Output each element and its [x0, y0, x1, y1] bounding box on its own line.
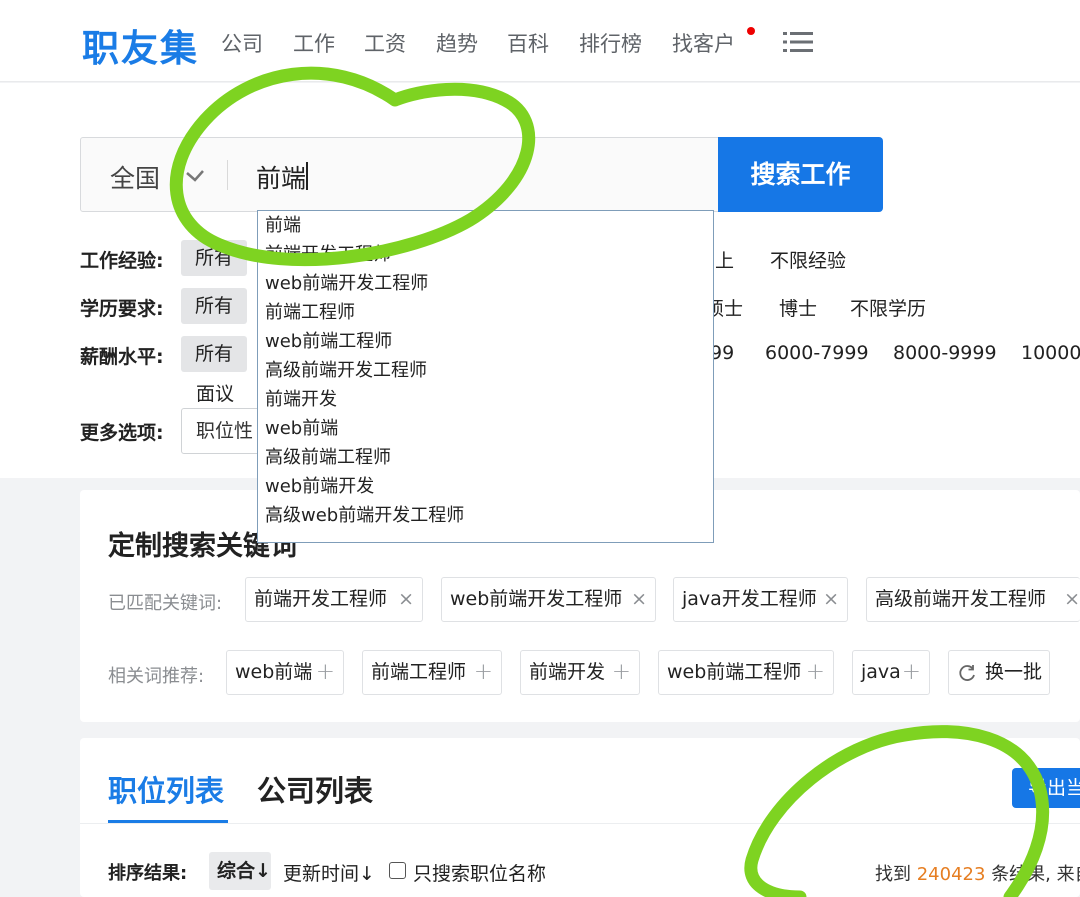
nav-find-customers[interactable]: 找客户 [672, 28, 735, 58]
experience-unlimited-option[interactable]: 不限经验 [770, 246, 846, 273]
nav-trends[interactable]: 趋势 [436, 28, 478, 58]
tag-label: 前端开发 [529, 661, 606, 683]
plus-icon[interactable]: + [474, 651, 493, 694]
close-icon[interactable]: × [398, 578, 414, 621]
salary-option-6000[interactable]: 6000-7999 [765, 342, 869, 364]
close-icon[interactable]: × [823, 578, 839, 621]
suggestion-item[interactable]: 高级前端开发工程师 [258, 356, 713, 385]
nav-salary[interactable]: 工资 [364, 28, 406, 58]
education-unlimited-option[interactable]: 不限学历 [850, 294, 926, 321]
result-suffix: 条结果, 来自 [991, 864, 1080, 885]
only-title-checkbox[interactable] [389, 862, 406, 879]
salary-negotiable-option[interactable]: 面议 [196, 379, 234, 406]
nav-jobs[interactable]: 工作 [293, 28, 335, 58]
suggestion-item[interactable]: web前端开发 [258, 472, 713, 501]
education-master-option[interactable]: 硕士 [713, 294, 743, 321]
plus-icon[interactable]: + [806, 651, 825, 694]
sort-by-update-time[interactable]: 更新时间↓ [283, 859, 375, 886]
close-icon[interactable]: × [631, 578, 647, 621]
more-options-label: 更多选项: [80, 422, 164, 444]
matched-keyword-tag: 高级前端开发工程师 × [866, 577, 1080, 622]
related-keyword-tag[interactable]: 前端工程师 + [362, 650, 502, 695]
suggestion-item[interactable]: 前端 [258, 211, 713, 240]
notification-dot [747, 27, 755, 35]
tag-label: java [861, 661, 901, 683]
suggestion-item[interactable]: 前端工程师 [258, 298, 713, 327]
experience-all-chip[interactable]: 所有 [181, 240, 247, 276]
tag-label: 前端工程师 [371, 661, 467, 683]
suggestion-item[interactable]: web前端 [258, 414, 713, 443]
related-keyword-tag[interactable]: web前端 + [226, 650, 344, 695]
tag-label: web前端开发工程师 [450, 588, 623, 610]
result-summary: 找到 240423 条结果, 来自 [875, 860, 1080, 886]
tag-label: java开发工程师 [682, 588, 817, 610]
related-keyword-tag[interactable]: web前端工程师 + [658, 650, 834, 695]
hamburger-menu-icon[interactable] [783, 30, 813, 54]
search-suggestions-dropdown: 前端 前端开发工程师 web前端开发工程师 前端工程师 web前端工程师 高级前… [257, 210, 714, 543]
nav-wiki[interactable]: 百科 [507, 28, 549, 58]
related-keyword-tag[interactable]: java + [852, 650, 930, 695]
plus-icon[interactable]: + [316, 651, 335, 694]
tag-label: 前端开发工程师 [254, 588, 388, 610]
site-logo[interactable]: 职友集 [82, 18, 199, 72]
tab-job-list[interactable]: 职位列表 [108, 768, 224, 810]
suggestion-item[interactable]: 高级前端工程师 [258, 443, 713, 472]
sort-label: 排序结果: [108, 863, 188, 884]
refresh-icon [959, 665, 975, 681]
suggestion-item[interactable]: web前端开发工程师 [258, 269, 713, 298]
matched-keywords-label: 已匹配关键词: [108, 593, 223, 614]
sort-default-chip[interactable]: 综合↓ [209, 852, 271, 890]
plus-icon[interactable]: + [902, 651, 921, 694]
tag-label: web前端 [235, 661, 313, 683]
experience-option-fragment[interactable]: 上 [715, 246, 734, 273]
chevron-down-icon[interactable] [183, 164, 207, 186]
result-prefix: 找到 [875, 864, 911, 885]
matched-keyword-tag: java开发工程师 × [673, 577, 848, 622]
nav-company[interactable]: 公司 [221, 28, 263, 58]
close-icon[interactable]: × [1064, 578, 1080, 621]
experience-label: 工作经验: [80, 250, 164, 272]
tab-company-list[interactable]: 公司列表 [257, 768, 373, 810]
only-title-label[interactable]: 只搜索职位名称 [413, 859, 546, 886]
plus-icon[interactable]: + [612, 651, 631, 694]
matched-keyword-tag: 前端开发工程师 × [245, 577, 423, 622]
education-phd-option[interactable]: 博士 [779, 294, 817, 321]
search-input[interactable]: 前端 [256, 159, 306, 195]
tag-label: web前端工程师 [667, 661, 802, 683]
salary-label: 薪酬水平: [80, 346, 164, 368]
related-keywords-label: 相关词推荐: [108, 666, 205, 687]
search-jobs-button[interactable]: 搜索工作 [718, 137, 883, 212]
region-selector[interactable]: 全国 [110, 159, 160, 195]
search-divider [227, 160, 228, 190]
suggestion-item[interactable]: 前端开发 [258, 385, 713, 414]
education-label: 学历要求: [80, 298, 164, 320]
nav-rankings[interactable]: 排行榜 [579, 28, 642, 58]
search-box[interactable] [80, 137, 720, 212]
suggestion-item[interactable]: web前端工程师 [258, 327, 713, 356]
result-count: 240423 [916, 864, 986, 885]
salary-option-10000[interactable]: 10000- [1021, 342, 1080, 364]
text-cursor [306, 162, 308, 190]
matched-keyword-tag: web前端开发工程师 × [441, 577, 656, 622]
related-keyword-tag[interactable]: 前端开发 + [520, 650, 640, 695]
education-all-chip[interactable]: 所有 [181, 288, 247, 324]
suggestion-item[interactable]: 前端开发工程师 [258, 240, 713, 269]
tag-label: 高级前端开发工程师 [875, 588, 1047, 610]
suggestion-item[interactable]: 高级web前端开发工程师 [258, 501, 713, 530]
salary-option-8000[interactable]: 8000-9999 [893, 342, 997, 364]
salary-all-chip[interactable]: 所有 [181, 336, 247, 372]
export-button[interactable]: 导出当 [1012, 768, 1080, 808]
tab-divider [80, 823, 1080, 824]
refresh-label: 换一批 [985, 661, 1043, 683]
